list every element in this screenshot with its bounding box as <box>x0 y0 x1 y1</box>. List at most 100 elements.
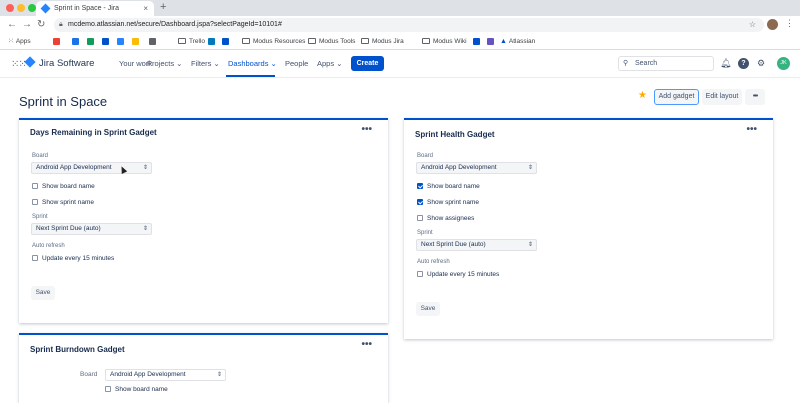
zoom-window-button[interactable] <box>28 4 36 12</box>
nav-people[interactable]: People <box>285 59 308 68</box>
sprint-select[interactable]: Next Sprint Due (auto) ⇕ <box>31 223 152 235</box>
update-every-option[interactable]: Update every 15 minutes <box>32 254 114 263</box>
checkbox <box>32 199 38 205</box>
checkbox <box>417 215 423 221</box>
bookmark-modus-resources[interactable]: Modus Resources <box>242 37 305 47</box>
bookmark-trello[interactable]: Trello <box>178 37 205 47</box>
search-input[interactable]: ⚲ Search <box>618 56 714 71</box>
reload-icon[interactable]: ↻ <box>37 19 45 30</box>
browser-menu-icon[interactable]: ⋮ <box>785 18 794 29</box>
close-window-button[interactable] <box>6 4 14 12</box>
cat-icon[interactable] <box>487 38 494 45</box>
url-text: mcdemo.atlassian.net/secure/Dashboard.js… <box>68 21 282 28</box>
url-field[interactable]: 🔒︎ mcdemo.atlassian.net/secure/Dashboard… <box>54 18 764 32</box>
add-gadget-button[interactable]: Add gadget <box>654 89 699 105</box>
doc-icon[interactable] <box>149 38 156 45</box>
select-caret-icon: ⇕ <box>216 372 222 378</box>
nav-dashboards[interactable]: Dashboards ⌄ <box>228 59 277 68</box>
search-placeholder: Search <box>635 60 658 67</box>
nav-filters[interactable]: Filters ⌄ <box>191 59 220 68</box>
bookmark-modus-wiki[interactable]: Modus Wiki <box>422 37 467 47</box>
jira-favicon-icon <box>40 3 51 14</box>
jira-logo[interactable]: Jira Software <box>24 56 94 69</box>
jira-logo-icon <box>24 56 36 68</box>
select-caret-icon: ⇕ <box>142 226 148 232</box>
gadget-menu-icon[interactable]: ••• <box>361 339 372 350</box>
sprint-select-value: Next Sprint Due (auto) <box>36 225 101 232</box>
folder-icon <box>361 38 369 44</box>
browser-profile-avatar[interactable] <box>767 19 778 30</box>
notifications-icon[interactable]: 🔔︎ <box>720 58 731 69</box>
save-button[interactable]: Save <box>416 302 440 316</box>
nav-apps[interactable]: Apps ⌄ <box>317 59 342 68</box>
nav-projects[interactable]: Projects ⌄ <box>147 59 182 68</box>
minimize-window-button[interactable] <box>17 4 25 12</box>
show-board-name-option[interactable]: Show board name <box>417 182 480 191</box>
folder-icon <box>178 38 186 44</box>
page-title: Sprint in Space <box>19 94 108 109</box>
settings-gear-icon[interactable]: ⚙ <box>757 58 765 69</box>
show-sprint-name-option[interactable]: Show sprint name <box>417 198 479 207</box>
board-label: Board <box>417 153 434 159</box>
board-select[interactable]: Android App Development ⇕ <box>105 369 226 381</box>
close-tab-icon[interactable]: × <box>143 1 148 16</box>
sprint-burndown-gadget: Sprint Burndown Gadget ••• Board Android… <box>19 333 388 403</box>
gmail-icon[interactable] <box>53 38 60 45</box>
gadget-title: Sprint Health Gadget <box>415 130 495 139</box>
gadget-menu-icon[interactable]: ••• <box>746 124 757 135</box>
sprint-label: Sprint <box>32 214 48 220</box>
select-caret-icon: ⇕ <box>527 242 533 248</box>
app-switcher-icon[interactable]: ⁙⁙ <box>11 59 27 70</box>
update-every-option[interactable]: Update every 15 minutes <box>417 270 499 279</box>
user-avatar[interactable]: JK <box>777 57 790 70</box>
bookmark-star-icon[interactable]: ☆ <box>749 18 756 32</box>
bookmark-modus-tools[interactable]: Modus Tools <box>308 37 355 47</box>
help-icon[interactable]: ? <box>738 58 749 69</box>
forward-icon[interactable]: → <box>22 19 32 30</box>
folder-icon <box>422 38 430 44</box>
gadget-title: Sprint Burndown Gadget <box>30 345 125 354</box>
bookmark-modus-jira[interactable]: Modus Jira <box>361 37 404 47</box>
board-select-value: Android App Development <box>421 164 497 171</box>
gadget-menu-icon[interactable]: ••• <box>361 124 372 135</box>
sprint-label: Sprint <box>417 230 433 236</box>
auto-refresh-label: Auto refresh <box>417 259 450 265</box>
board-label: Board <box>32 153 49 159</box>
edit-layout-button[interactable]: Edit layout <box>702 89 742 105</box>
meet-icon[interactable] <box>87 38 94 45</box>
board-select-value: Android App Development <box>110 371 186 378</box>
bookmark-apps[interactable]: ⁙ Apps <box>8 37 31 47</box>
confluence-icon[interactable] <box>102 38 109 45</box>
jira-bookmark-icon[interactable] <box>117 38 124 45</box>
show-sprint-name-option[interactable]: Show sprint name <box>32 198 94 207</box>
tab-title: Sprint in Space - Jira <box>54 5 119 12</box>
board-select-value: Android App Development <box>36 164 112 171</box>
checkbox <box>105 386 111 392</box>
new-tab-button[interactable]: + <box>160 1 166 13</box>
board-select[interactable]: Android App Development ⇕ <box>31 162 152 174</box>
checkbox <box>32 183 38 189</box>
show-board-name-option[interactable]: Show board name <box>105 385 168 394</box>
back-icon[interactable]: ← <box>7 19 17 30</box>
board-select[interactable]: Android App Development ⇕ <box>416 162 537 174</box>
lock-icon: 🔒︎ <box>59 21 63 28</box>
show-assignees-option[interactable]: Show assignees <box>417 214 474 223</box>
keep-icon[interactable] <box>132 38 139 45</box>
checkbox <box>32 255 38 261</box>
confluence-icon-2[interactable] <box>222 38 229 45</box>
sprint-select[interactable]: Next Sprint Due (auto) ⇕ <box>416 239 537 251</box>
more-actions-button[interactable]: ••• <box>745 89 765 105</box>
create-button[interactable]: Create <box>351 56 384 71</box>
calendar-icon[interactable] <box>72 38 79 45</box>
browser-tab-strip: Sprint in Space - Jira × + <box>0 0 800 16</box>
search-icon: ⚲ <box>623 60 629 67</box>
show-board-name-option[interactable]: Show board name <box>32 182 95 191</box>
favorite-star-icon[interactable]: ★ <box>638 90 647 101</box>
atlassian-x-icon[interactable] <box>473 38 480 45</box>
gadget-title: Days Remaining in Sprint Gadget <box>30 128 157 137</box>
save-button[interactable]: Save <box>31 286 55 300</box>
bookmark-atlassian[interactable]: ▲ Atlassian <box>500 37 535 47</box>
browser-tab[interactable]: Sprint in Space - Jira × <box>36 1 154 16</box>
folder-icon <box>242 38 250 44</box>
trello-icon[interactable] <box>208 38 215 45</box>
